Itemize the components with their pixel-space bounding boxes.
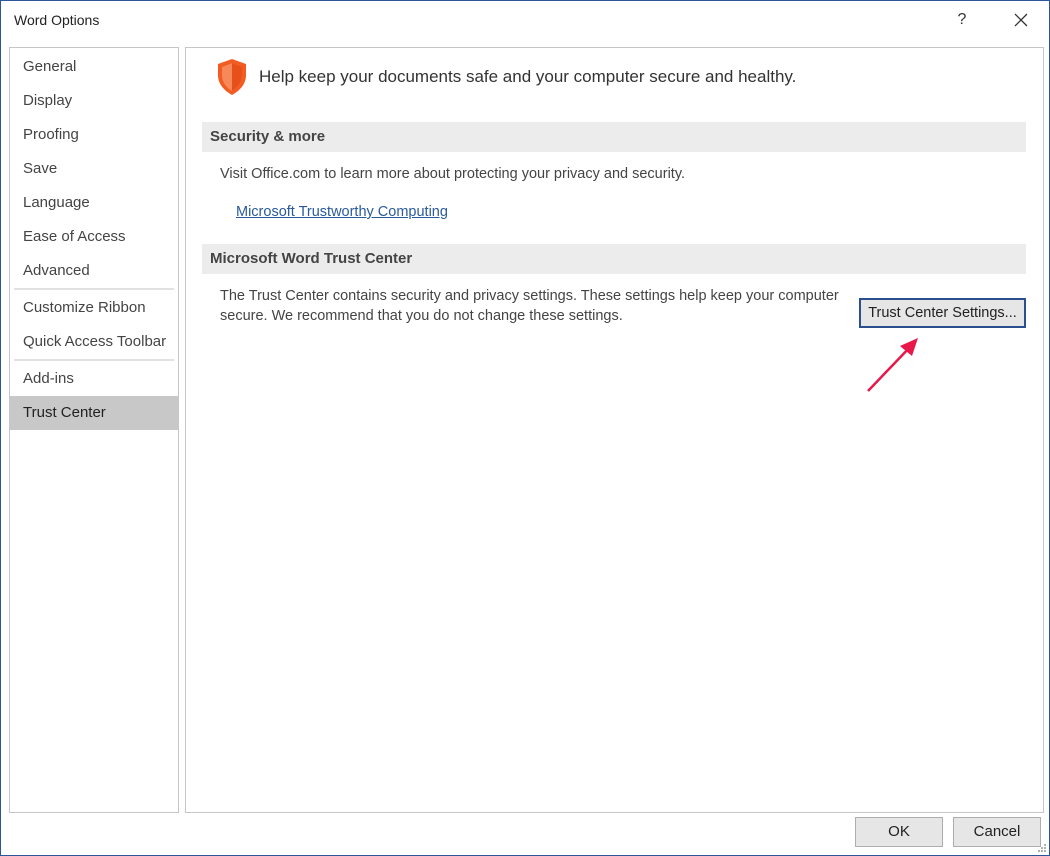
close-icon	[1014, 13, 1028, 27]
help-button[interactable]: ?	[949, 7, 975, 33]
trust-center-description-line1: The Trust Center contains security and p…	[220, 288, 839, 304]
title-bar: Word Options ?	[1, 1, 1049, 39]
trust-center-panel: Help keep your documents safe and your c…	[185, 47, 1044, 813]
sidebar-item-customize-ribbon[interactable]: Customize Ribbon	[10, 291, 178, 325]
trustworthy-computing-link[interactable]: Microsoft Trustworthy Computing	[236, 204, 448, 220]
sidebar-item-proofing[interactable]: Proofing	[10, 118, 178, 152]
security-description: Visit Office.com to learn more about pro…	[220, 166, 686, 182]
sidebar-item-save[interactable]: Save	[10, 152, 178, 186]
options-sidebar: General Display Proofing Save Language E…	[9, 47, 179, 813]
resize-grip-icon[interactable]	[1037, 843, 1047, 853]
sidebar-item-general[interactable]: General	[10, 50, 178, 84]
shield-icon	[218, 59, 246, 95]
annotation-arrow-icon	[867, 338, 918, 392]
ok-button[interactable]: OK	[855, 817, 943, 847]
sidebar-item-quick-access-toolbar[interactable]: Quick Access Toolbar	[10, 325, 178, 359]
sidebar-item-trust-center[interactable]: Trust Center	[10, 396, 178, 430]
section-header-trust-center: Microsoft Word Trust Center	[202, 244, 1026, 274]
sidebar-item-ease-of-access[interactable]: Ease of Access	[10, 220, 178, 254]
section-header-security: Security & more	[202, 122, 1026, 152]
sidebar-item-add-ins[interactable]: Add-ins	[10, 362, 178, 396]
close-button[interactable]	[1007, 7, 1035, 33]
sidebar-divider	[14, 288, 174, 290]
word-options-dialog: Word Options ? General Display Proofing …	[0, 0, 1050, 856]
panel-header-text: Help keep your documents safe and your c…	[259, 67, 797, 86]
cancel-button[interactable]: Cancel	[953, 817, 1041, 847]
sidebar-item-language[interactable]: Language	[10, 186, 178, 220]
trust-center-description-line2: secure. We recommend that you do not cha…	[220, 308, 623, 324]
sidebar-divider	[14, 359, 174, 361]
window-title: Word Options	[14, 12, 100, 28]
sidebar-item-display[interactable]: Display	[10, 84, 178, 118]
sidebar-item-advanced[interactable]: Advanced	[10, 254, 178, 288]
trust-center-settings-button[interactable]: Trust Center Settings...	[859, 298, 1026, 328]
